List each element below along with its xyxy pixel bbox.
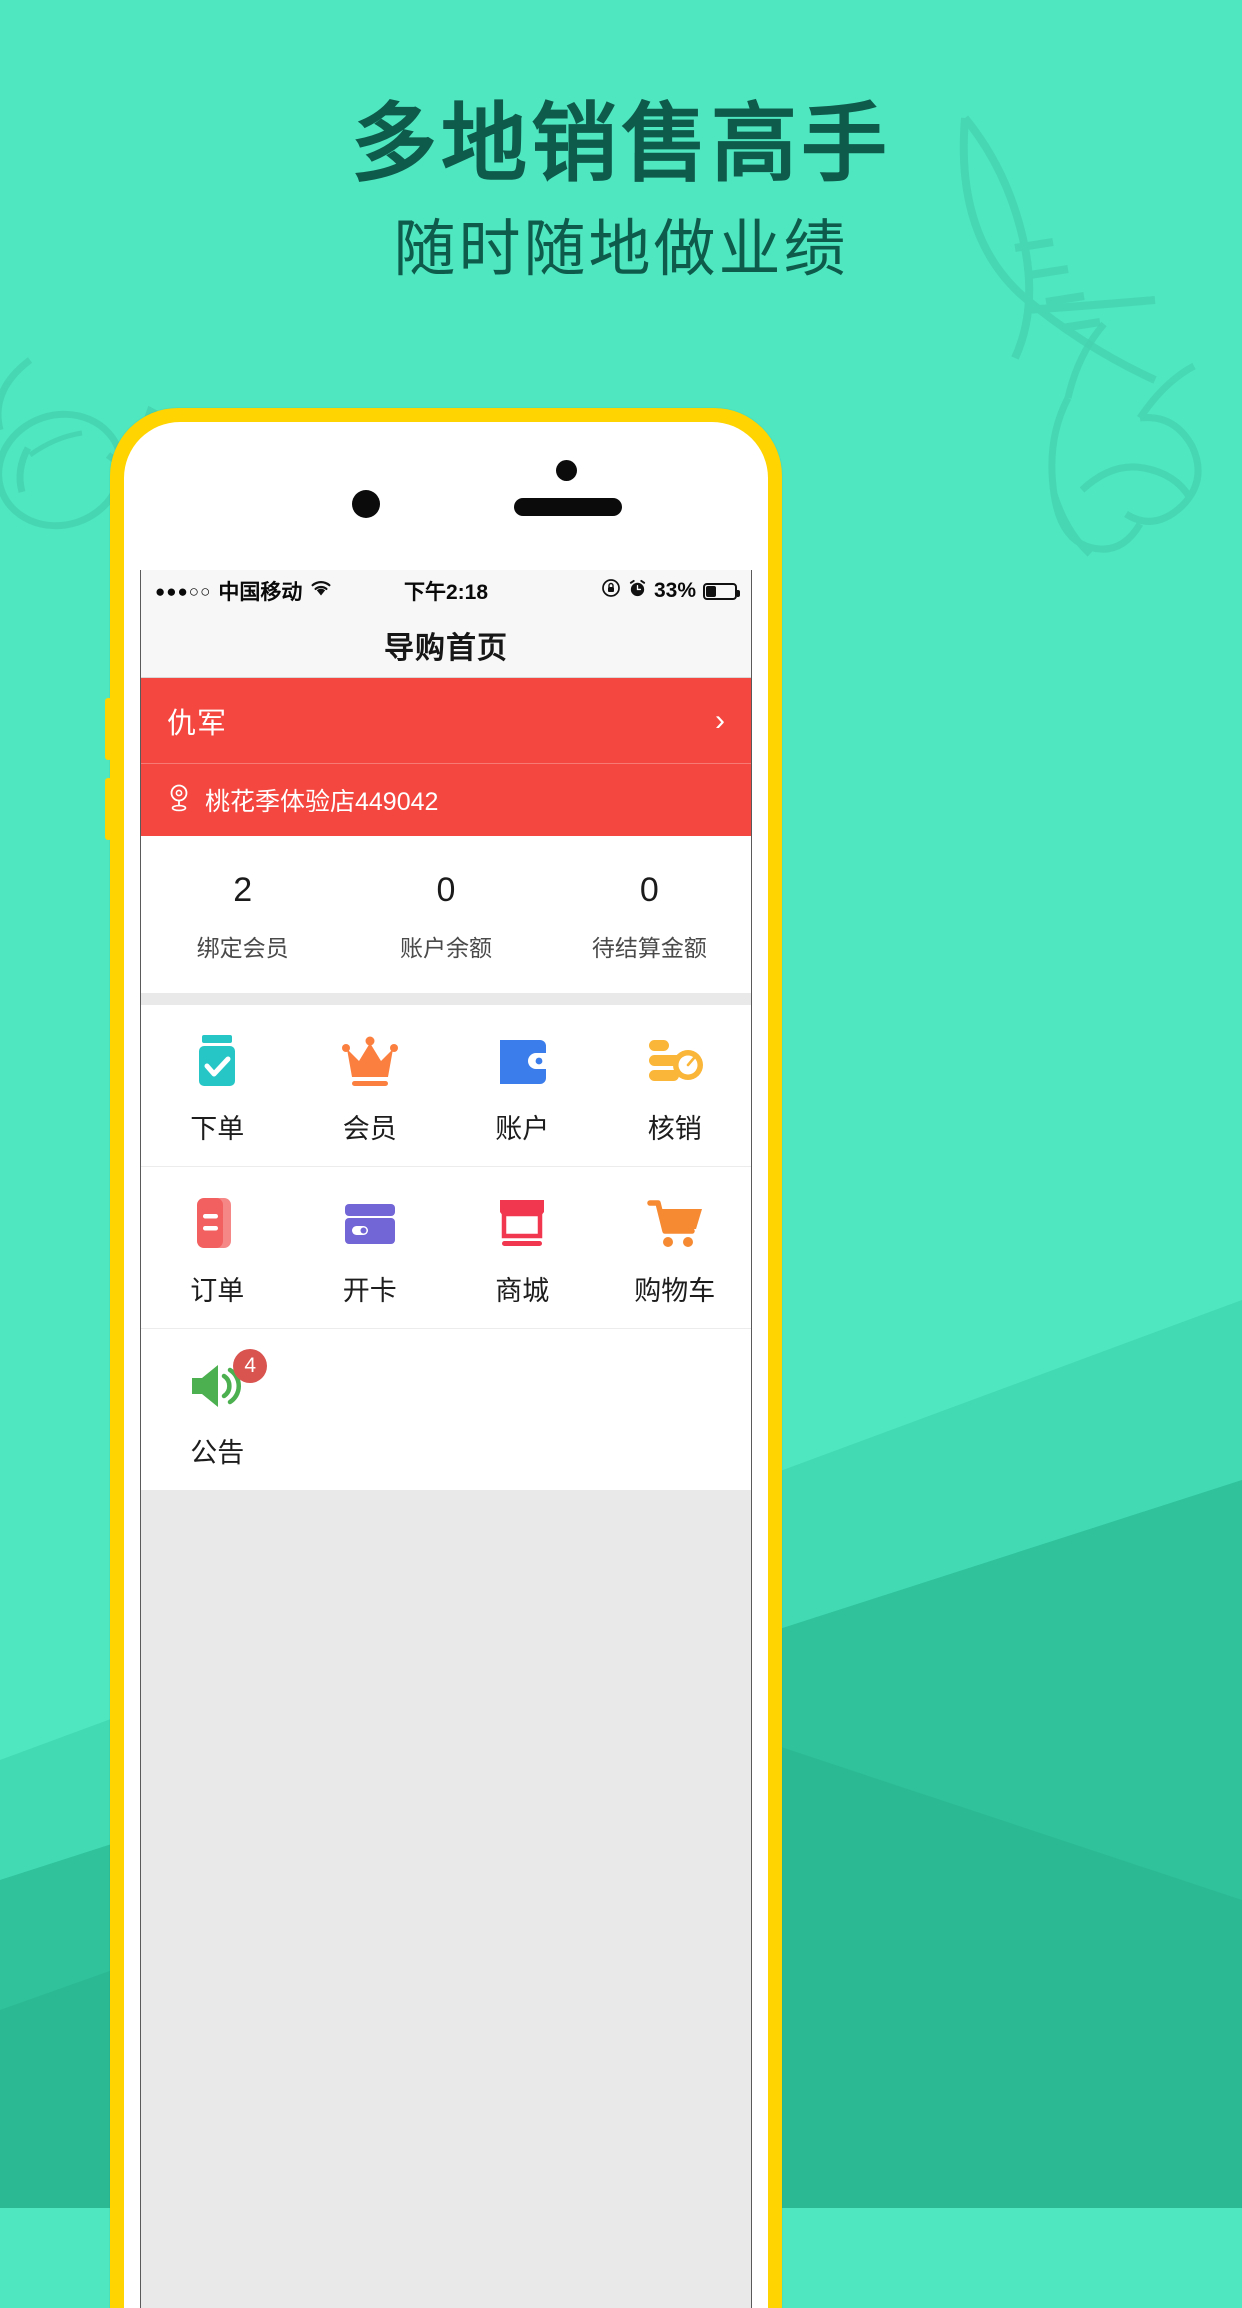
speaker-announcement-icon: 4 [141,1348,294,1417]
speaker-grille-icon [514,498,622,516]
stat-item-bound-members[interactable]: 2 绑定会员 [141,870,344,963]
grid-item-cart[interactable]: 购物车 [599,1193,752,1308]
grid-row: 订单 开卡 商城 购物车 [141,1167,751,1329]
chevron-right-icon[interactable]: › [715,705,725,736]
page-title: 导购首页 [384,631,508,665]
grid-item-empty [446,1355,599,1470]
grid-row: 下单 会员 账户 核销 [141,1005,751,1167]
section-divider [141,992,751,1005]
promo-subheadline: 随时随地做业绩 [393,215,849,285]
status-bar-left: ●●●○○ 中国移动 [155,576,333,606]
grid-item-redeem[interactable]: 核销 [599,1031,752,1146]
stat-value: 0 [436,871,456,909]
grid-row: 4 公告 [141,1329,751,1490]
empty-content-area [141,1489,751,1910]
coins-clock-icon [599,1031,752,1093]
stat-value: 2 [233,871,253,909]
battery-icon [703,582,740,600]
grid-item-label: 核销 [647,1113,702,1144]
grid-item-label: 公告 [190,1437,245,1468]
grid-item-label: 订单 [190,1275,245,1306]
grid-item-empty [599,1355,752,1470]
stats-row: 2 绑定会员 0 账户余额 0 待结算金额 [141,836,751,993]
grid-item-orders[interactable]: 订单 [141,1193,294,1308]
phone-screen: ●●●○○ 中国移动 下午2:18 33% 导购首页 仇军 › 桃花季体验店44… [140,570,752,2308]
profile-row[interactable]: 仇军 › [141,678,751,764]
camera-icon [352,490,380,518]
credit-card-icon [294,1193,447,1255]
shop-icon [446,1193,599,1255]
stat-value: 0 [639,871,659,909]
grid-item-label: 商城 [495,1275,550,1306]
wifi-icon [309,579,333,603]
stat-label: 待结算金额 [591,934,707,961]
notification-badge: 4 [233,1348,268,1383]
grid-item-label: 会员 [342,1113,397,1144]
nav-bar: 导购首页 [141,612,751,678]
order-book-icon [141,1193,294,1255]
status-bar-right: 33% [601,578,740,604]
grid-item-place-order[interactable]: 下单 [141,1031,294,1146]
grid-item-account[interactable]: 账户 [446,1031,599,1146]
location-pin-icon [167,783,191,818]
signal-dots-icon: ●●●○○ [155,581,212,601]
sensor-icon [556,460,577,481]
stat-label: 账户余额 [399,934,492,961]
promo-headline: 多地销售高手 [351,96,891,192]
grid-item-label: 下单 [190,1113,245,1144]
grid-item-label: 开卡 [342,1275,397,1306]
wallet-icon [446,1031,599,1093]
shopping-cart-icon [599,1193,752,1255]
grid-item-open-card[interactable]: 开卡 [294,1193,447,1308]
stat-label: 绑定会员 [196,934,289,961]
rotation-lock-icon [601,578,621,604]
grid-item-label: 购物车 [634,1275,716,1306]
grid-item-member[interactable]: 会员 [294,1031,447,1146]
carrier-label: 中国移动 [218,581,303,604]
volume-up-button[interactable] [105,698,112,760]
promo-text-block: 多地销售高手 随时随地做业绩 [0,96,1242,286]
phone-body: ●●●○○ 中国移动 下午2:18 33% 导购首页 仇军 › 桃花季体验店44… [124,422,768,2308]
status-bar: ●●●○○ 中国移动 下午2:18 33% [141,570,751,612]
profile-header: 仇军 › 桃花季体验店449042 [141,678,751,836]
store-row[interactable]: 桃花季体验店449042 [141,764,751,836]
stat-item-pending-settlement[interactable]: 0 待结算金额 [548,870,751,963]
grid-item-empty [294,1355,447,1470]
feature-grid: 下单 会员 账户 核销 订单 开卡 商城 购物车 4 公告 [141,1004,751,1490]
crown-icon [294,1031,447,1093]
store-name: 桃花季体验店449042 [205,788,439,816]
volume-down-button[interactable] [105,778,112,840]
clipboard-check-icon [141,1031,294,1093]
grid-item-label: 账户 [495,1113,550,1144]
battery-percent-label: 33% [653,579,696,602]
phone-mockup: ●●●○○ 中国移动 下午2:18 33% 导购首页 仇军 › 桃花季体验店44… [105,408,782,2308]
grid-item-announcement[interactable]: 4 公告 [141,1348,294,1470]
grid-item-mall[interactable]: 商城 [446,1193,599,1308]
user-name: 仇军 [167,707,228,740]
alarm-clock-icon [628,579,647,604]
stat-item-account-balance[interactable]: 0 账户余额 [344,870,547,963]
